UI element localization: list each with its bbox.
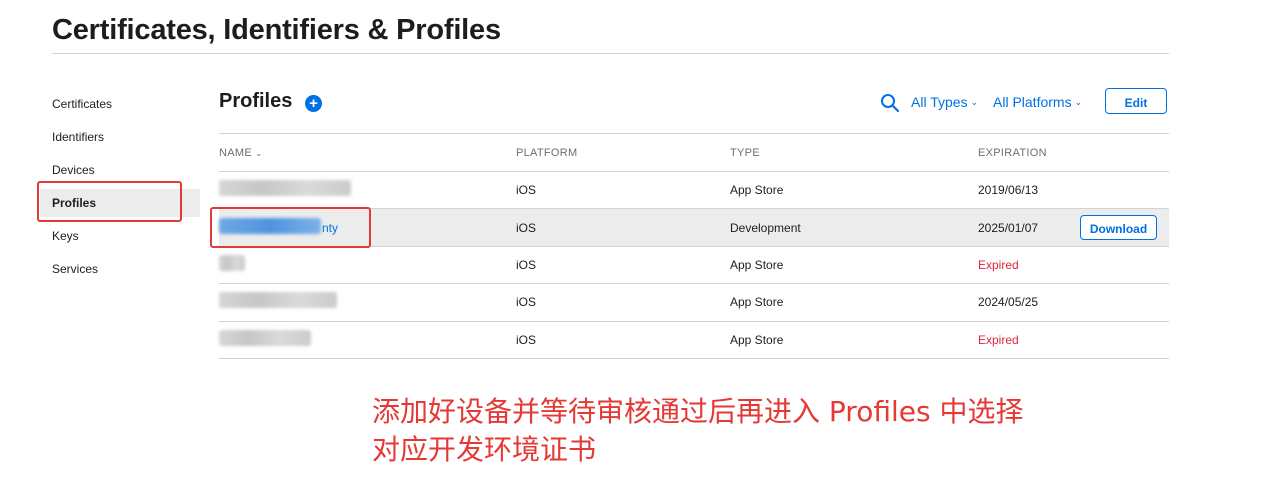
sidebar-item-label: Devices xyxy=(52,163,95,177)
cell-type: App Store xyxy=(730,183,784,197)
search-icon[interactable] xyxy=(880,93,900,113)
cell-expiration-expired: Expired xyxy=(978,333,1019,347)
chevron-down-icon: ⌄ xyxy=(1074,97,1083,107)
annotation-text: 添加好设备并等待审核通过后再进入 Profiles 中选择 对应开发环境证书 xyxy=(372,393,1023,469)
sidebar-item-label: Identifiers xyxy=(52,130,105,144)
divider xyxy=(219,358,1169,359)
sidebar-item-label: Services xyxy=(52,262,99,276)
chevron-down-icon: ⌄ xyxy=(970,97,979,107)
redacted-profile-name xyxy=(219,292,337,308)
annotation-highlight-row xyxy=(210,207,371,248)
cell-platform: iOS xyxy=(516,333,537,347)
sidebar-item-services[interactable]: Services xyxy=(40,255,200,283)
cell-type: App Store xyxy=(730,258,784,272)
divider xyxy=(219,133,1169,134)
sidebar-item-devices[interactable]: Devices xyxy=(40,156,200,184)
edit-button[interactable]: Edit xyxy=(1105,88,1167,114)
cell-expiration: 2025/01/07 xyxy=(978,221,1039,235)
table-row[interactable]: iOS App Store 2024/05/25 xyxy=(219,283,1169,320)
column-header-expiration: EXPIRATION xyxy=(978,147,1047,159)
filter-label: All Types xyxy=(911,94,968,110)
table-row[interactable]: iOS App Store 2019/06/13 xyxy=(219,171,1169,208)
cell-platform: iOS xyxy=(516,221,537,235)
annotation-line: 对应开发环境证书 xyxy=(372,433,597,466)
title-divider xyxy=(52,53,1169,54)
cell-platform: iOS xyxy=(516,295,537,309)
cell-type: App Store xyxy=(730,295,784,309)
filter-label: All Platforms xyxy=(993,94,1072,110)
sidebar-item-certificates[interactable]: Certificates xyxy=(40,90,200,118)
cell-type: App Store xyxy=(730,333,784,347)
section-title: Profiles xyxy=(219,90,293,112)
add-profile-button[interactable]: + xyxy=(305,95,322,112)
cell-type: Development xyxy=(730,221,801,235)
sidebar-item-label: Certificates xyxy=(52,97,113,111)
plus-icon: + xyxy=(309,95,318,112)
table-row[interactable]: iOS App Store Expired xyxy=(219,246,1169,283)
cell-platform: iOS xyxy=(516,183,537,197)
redacted-profile-name xyxy=(219,180,351,196)
sidebar-item-label: Keys xyxy=(52,229,79,243)
cell-platform: iOS xyxy=(516,258,537,272)
download-button[interactable]: Download xyxy=(1080,215,1157,240)
column-header-name[interactable]: NAME ⌄ xyxy=(219,147,262,159)
sidebar-item-identifiers[interactable]: Identifiers xyxy=(40,123,200,151)
cell-expiration: 2024/05/25 xyxy=(978,295,1039,309)
page-title: Certificates, Identifiers & Profiles xyxy=(52,14,501,46)
column-header-platform: PLATFORM xyxy=(516,147,578,159)
chevron-down-icon: ⌄ xyxy=(255,149,263,158)
annotation-highlight-profiles xyxy=(37,181,182,222)
sidebar-item-keys[interactable]: Keys xyxy=(40,222,200,250)
annotation-line: 添加好设备并等待审核通过后再进入 Profiles 中选择 xyxy=(372,395,1024,428)
filter-all-platforms[interactable]: All Platforms ⌄ xyxy=(993,94,1082,110)
filter-all-types[interactable]: All Types ⌄ xyxy=(911,94,978,110)
cell-expiration-expired: Expired xyxy=(978,258,1019,272)
cell-expiration: 2019/06/13 xyxy=(978,183,1039,197)
column-header-type: TYPE xyxy=(730,147,760,159)
redacted-profile-name xyxy=(219,330,311,346)
table-row[interactable]: iOS App Store Expired xyxy=(219,321,1169,358)
redacted-profile-name xyxy=(219,255,245,271)
